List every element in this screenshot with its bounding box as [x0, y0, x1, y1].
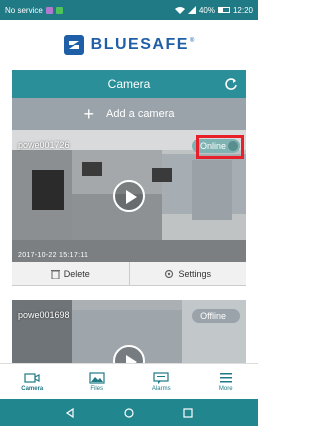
- trash-icon: [50, 269, 60, 279]
- plus-icon: +: [83, 104, 95, 124]
- camera-feed[interactable]: powe001726 Online 2017-10-22 15:17:11: [12, 130, 246, 262]
- video-timestamp: 2017-10-22 15:17:11: [18, 252, 89, 259]
- brand-logo: BLUESAFE ®: [63, 35, 195, 55]
- registered-mark: ®: [189, 38, 195, 44]
- tab-alarms[interactable]: Alarms: [129, 364, 194, 399]
- gear-icon: [165, 269, 174, 278]
- camera-feed[interactable]: powe001698 Offline: [12, 300, 246, 363]
- camera-icon: [24, 372, 40, 383]
- wifi-icon: [174, 7, 185, 14]
- tab-camera[interactable]: Camera: [0, 364, 65, 399]
- clock: 12:20: [232, 5, 253, 15]
- battery-percent: 40%: [198, 5, 215, 15]
- tab-alarms-label: Alarms: [151, 385, 171, 392]
- add-camera-button[interactable]: + Add a camera: [12, 98, 246, 130]
- system-nav-bar: [0, 399, 258, 426]
- delete-button[interactable]: Delete: [12, 262, 129, 285]
- delete-label: Delete: [63, 268, 90, 279]
- back-icon[interactable]: [65, 407, 75, 418]
- home-icon[interactable]: [124, 407, 134, 418]
- camera-card: powe001726 Online 2017-10-22 15:17:11 De…: [12, 130, 246, 288]
- header-bar: Camera: [12, 70, 246, 98]
- camera-actions: Delete Settings: [12, 262, 246, 286]
- notification-icon: [45, 6, 53, 14]
- app-notification-icon: [55, 6, 63, 14]
- battery-icon: [217, 7, 230, 13]
- tab-files-label: Files: [90, 385, 104, 392]
- recents-icon[interactable]: [183, 407, 193, 418]
- camera-name: powe001726: [18, 140, 70, 150]
- settings-button[interactable]: Settings: [130, 262, 247, 285]
- tab-camera-label: Camera: [21, 385, 44, 392]
- tab-files[interactable]: Files: [65, 364, 130, 399]
- bluesafe-logo-icon: [63, 35, 84, 55]
- status-right: 40% 12:20: [174, 5, 253, 15]
- status-bar: No service 40% 12:20: [0, 0, 258, 20]
- message-icon: [153, 371, 169, 384]
- carrier-text: No service: [5, 5, 43, 15]
- page-title: Camera: [107, 77, 151, 91]
- camera-name: powe001698: [18, 310, 70, 320]
- tab-more[interactable]: More: [194, 364, 259, 399]
- play-button[interactable]: [113, 180, 145, 212]
- menu-icon: [219, 372, 232, 382]
- signal-icon: [187, 6, 196, 14]
- add-camera-label: Add a camera: [106, 108, 175, 120]
- refresh-icon[interactable]: [224, 77, 238, 91]
- status-toggle[interactable]: Offline: [192, 309, 240, 323]
- camera-card: powe001698 Offline: [12, 300, 246, 363]
- status-label: Offline: [200, 311, 226, 321]
- image-icon: [89, 371, 105, 384]
- brand-bar: BLUESAFE ®: [0, 20, 258, 70]
- settings-label: Settings: [178, 268, 212, 279]
- tab-more-label: More: [218, 385, 233, 392]
- brand-name: BLUESAFE: [90, 36, 189, 53]
- status-left: No service: [5, 6, 63, 15]
- bottom-tab-bar: Camera Files Alarms More: [0, 363, 258, 399]
- status-highlight: [196, 135, 244, 159]
